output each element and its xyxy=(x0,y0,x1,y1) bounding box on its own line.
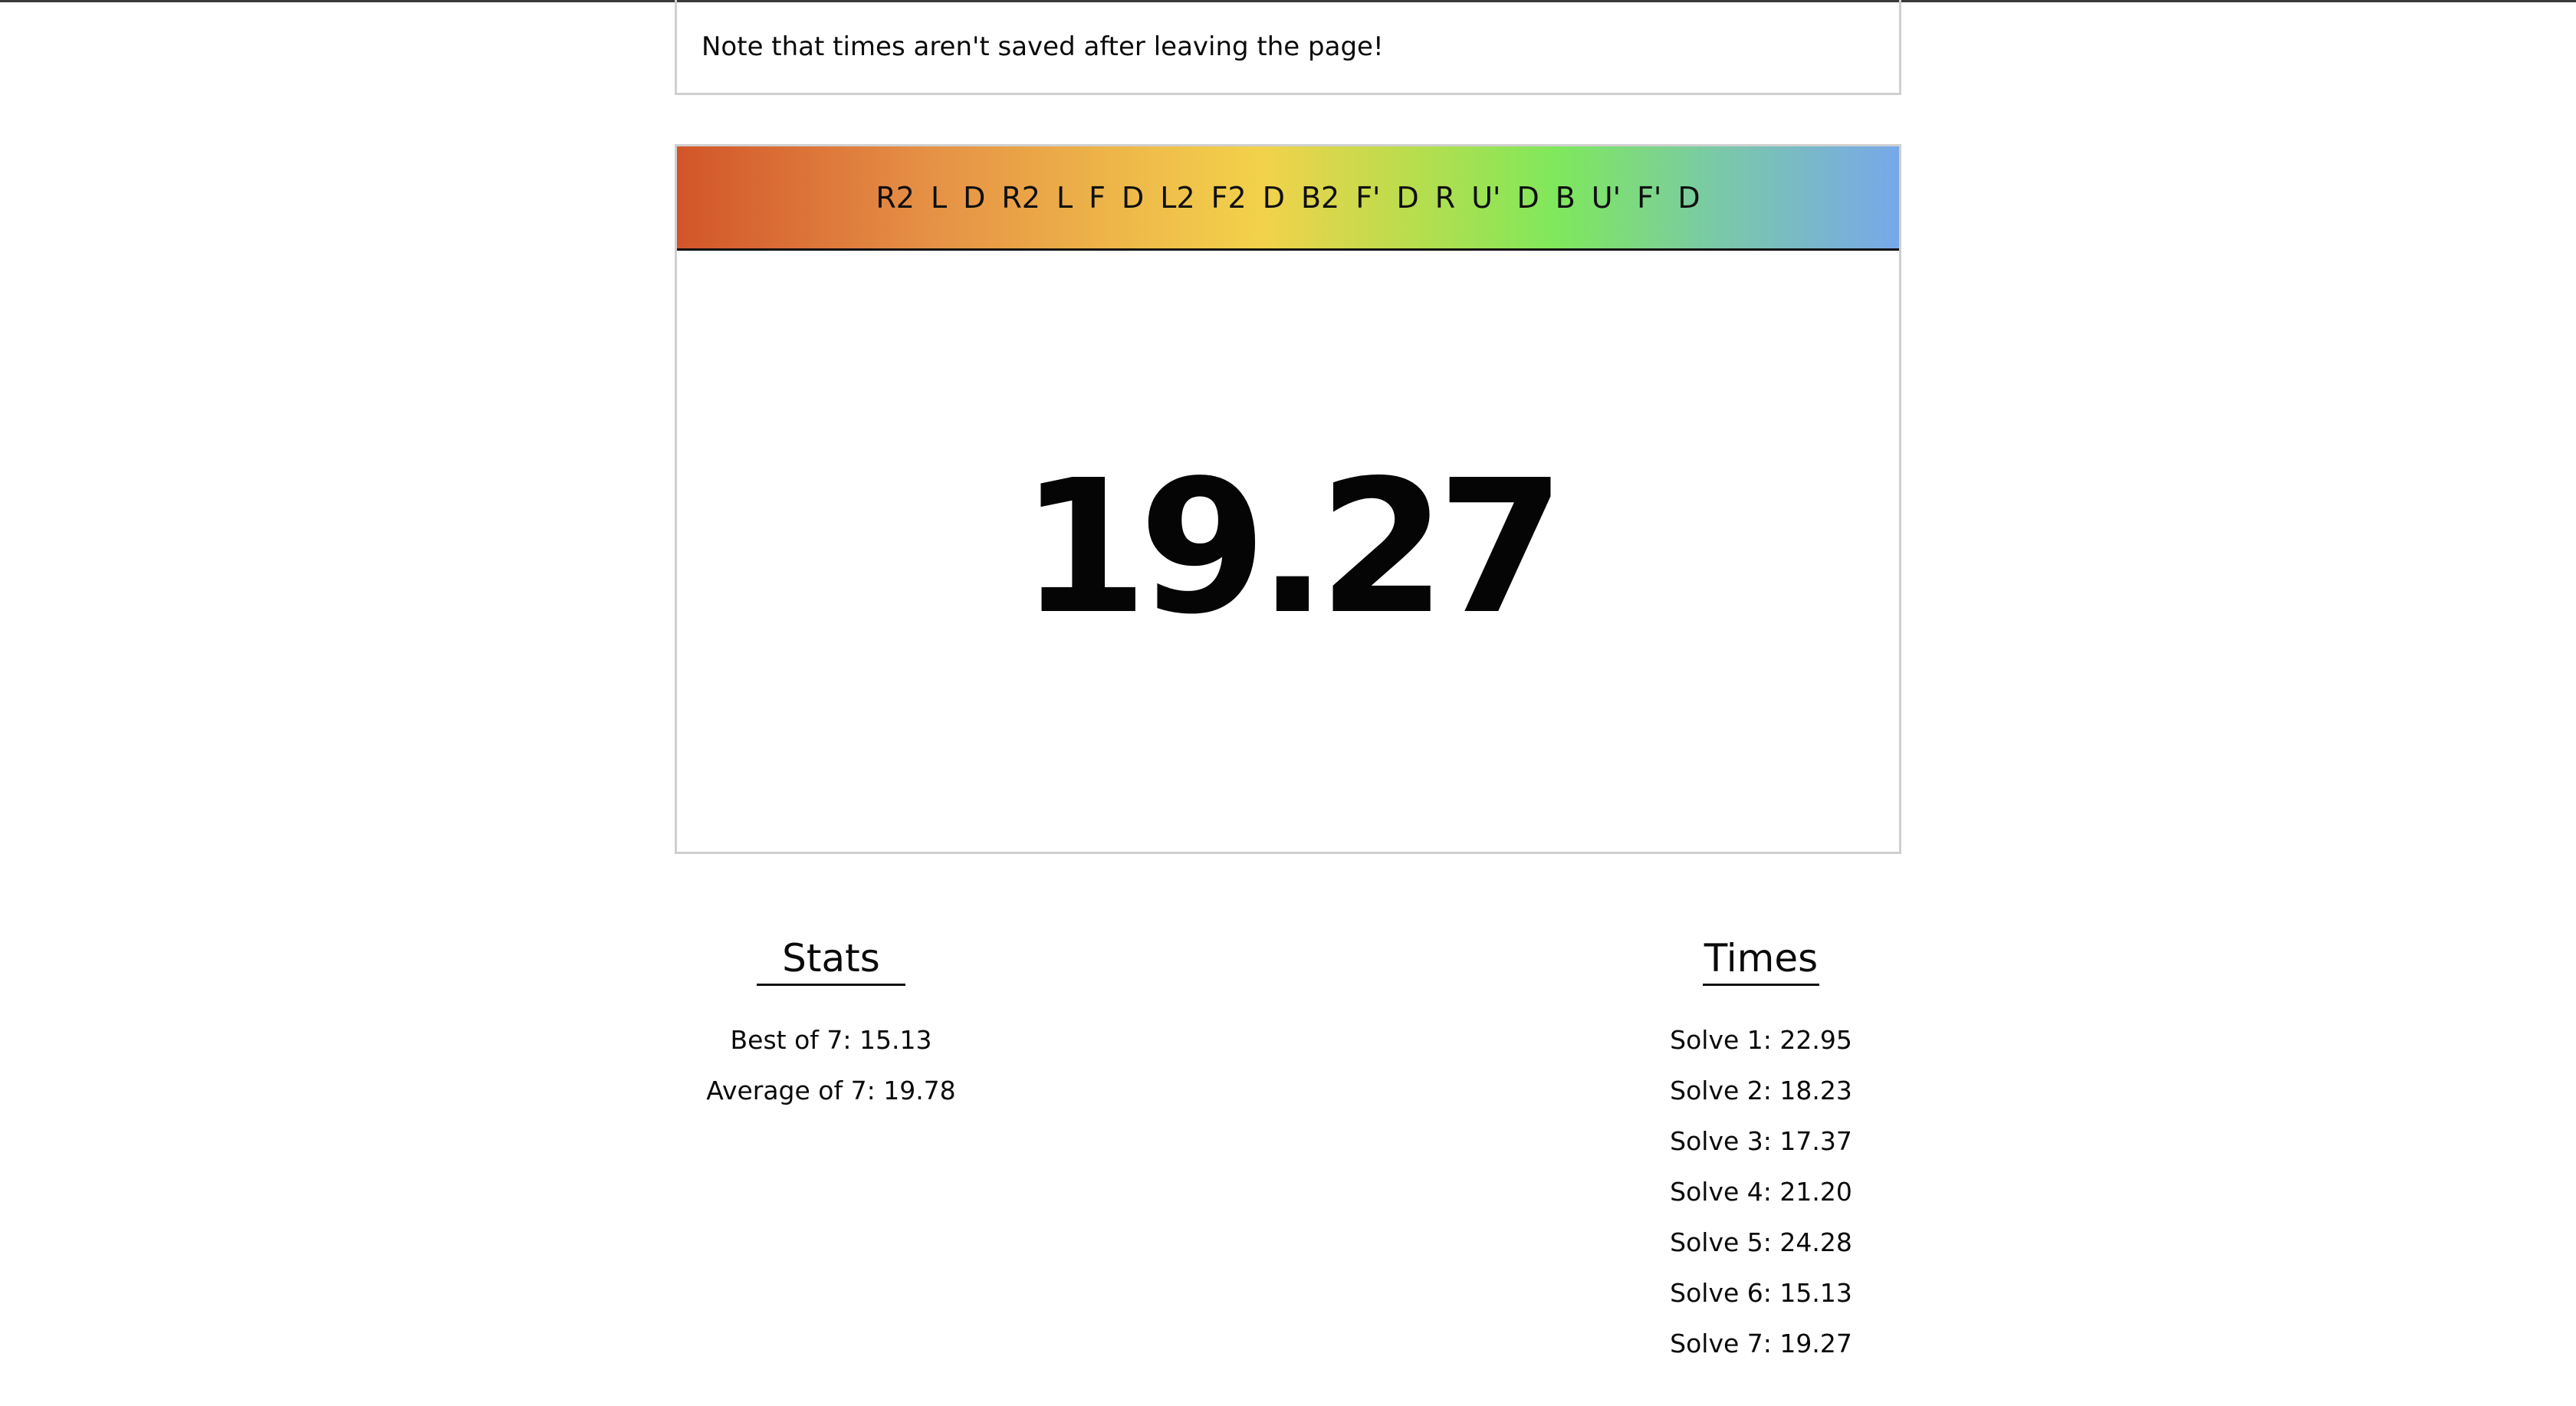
scramble-move: R2 xyxy=(876,180,915,215)
scramble-move: L2 xyxy=(1160,180,1195,215)
scramble-move: B xyxy=(1555,180,1576,215)
timer-card[interactable]: R2 L D R2 L F D L2 F2 D B2 F' D R U' D B… xyxy=(675,144,1901,854)
solve-time-item: Solve 5: 24.28 xyxy=(1670,1227,1852,1257)
solve-time-item: Solve 1: 22.95 xyxy=(1670,1025,1852,1055)
scramble-moves: R2 L D R2 L F D L2 F2 D B2 F' D R U' D B… xyxy=(876,181,1700,215)
solve-time-item: Solve 2: 18.23 xyxy=(1670,1076,1852,1105)
notice-box: Note that times aren't saved after leavi… xyxy=(675,0,1901,95)
notice-text: Note that times aren't saved after leavi… xyxy=(702,31,1384,62)
stats-heading: Stats xyxy=(757,936,905,986)
scramble-move: F' xyxy=(1355,180,1381,215)
scramble-move: D xyxy=(1677,180,1700,215)
solve-time-item: Solve 7: 19.27 xyxy=(1670,1329,1852,1358)
scramble-move: D xyxy=(1396,180,1419,215)
scramble-move: D xyxy=(1122,180,1145,215)
timer-area[interactable]: 19.27 xyxy=(677,251,1899,852)
timer-display: 19.27 xyxy=(1020,440,1565,655)
stats-panel: Stats Best of 7: 15.13 Average of 7: 19.… xyxy=(678,936,984,1116)
solve-time-item: Solve 3: 17.37 xyxy=(1670,1126,1852,1156)
times-heading: Times xyxy=(1702,936,1820,986)
scramble-move: F xyxy=(1089,180,1106,215)
scramble-move: L xyxy=(930,180,948,215)
scramble-move: D xyxy=(963,180,986,215)
scramble-move: B2 xyxy=(1300,180,1340,215)
solve-time-item: Solve 6: 15.13 xyxy=(1670,1278,1852,1308)
times-panel: Times Solve 1: 22.95 Solve 2: 18.23 Solv… xyxy=(1608,936,1914,1369)
scramble-move: F' xyxy=(1637,180,1662,215)
scramble-move: L xyxy=(1056,180,1073,215)
scramble-bar: R2 L D R2 L F D L2 F2 D B2 F' D R U' D B… xyxy=(677,146,1899,251)
scramble-move: U' xyxy=(1471,180,1501,215)
scramble-move: D xyxy=(1262,180,1285,215)
scramble-move: F2 xyxy=(1211,180,1247,215)
scramble-move: R2 xyxy=(1001,180,1040,215)
page: Note that times aren't saved after leavi… xyxy=(0,0,2576,1406)
solve-time-item: Solve 4: 21.20 xyxy=(1670,1177,1852,1207)
scramble-move: U' xyxy=(1591,180,1622,215)
stat-best-of-7: Best of 7: 15.13 xyxy=(730,1025,932,1055)
scramble-move: D xyxy=(1516,180,1539,215)
stat-average-of-7: Average of 7: 19.78 xyxy=(706,1076,956,1105)
scramble-move: R xyxy=(1434,180,1456,215)
